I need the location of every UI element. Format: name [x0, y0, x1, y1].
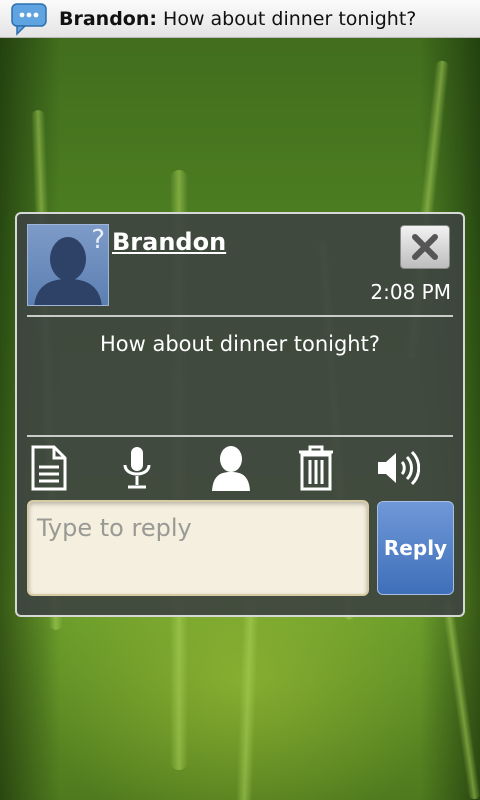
unknown-contact-badge: ?	[91, 225, 105, 255]
reply-button[interactable]: Reply	[377, 501, 454, 595]
microphone-icon[interactable]	[114, 444, 160, 492]
sms-popup: ? Brandon 2:08 PM How about dinner tonig…	[15, 212, 465, 617]
contact-icon[interactable]	[208, 444, 254, 492]
status-bar: Brandon: How about dinner tonight?	[0, 0, 480, 38]
status-sender: Brandon:	[59, 7, 157, 30]
sms-notification-icon	[11, 2, 47, 36]
document-icon[interactable]	[26, 444, 72, 492]
divider	[27, 315, 453, 317]
contact-name-link[interactable]: Brandon	[112, 228, 226, 256]
close-icon	[412, 234, 438, 260]
speaker-icon[interactable]	[375, 444, 421, 492]
reply-input[interactable]	[27, 500, 369, 596]
status-notification-text: Brandon: How about dinner tonight?	[59, 8, 416, 30]
divider	[27, 435, 453, 437]
message-body: How about dinner tonight?	[99, 332, 380, 356]
status-message: How about dinner tonight?	[163, 7, 417, 30]
close-button[interactable]	[400, 225, 450, 269]
message-timestamp: 2:08 PM	[370, 280, 451, 304]
avatar[interactable]: ?	[27, 224, 109, 306]
trash-icon[interactable]	[293, 444, 339, 492]
grass-blade	[441, 600, 480, 800]
